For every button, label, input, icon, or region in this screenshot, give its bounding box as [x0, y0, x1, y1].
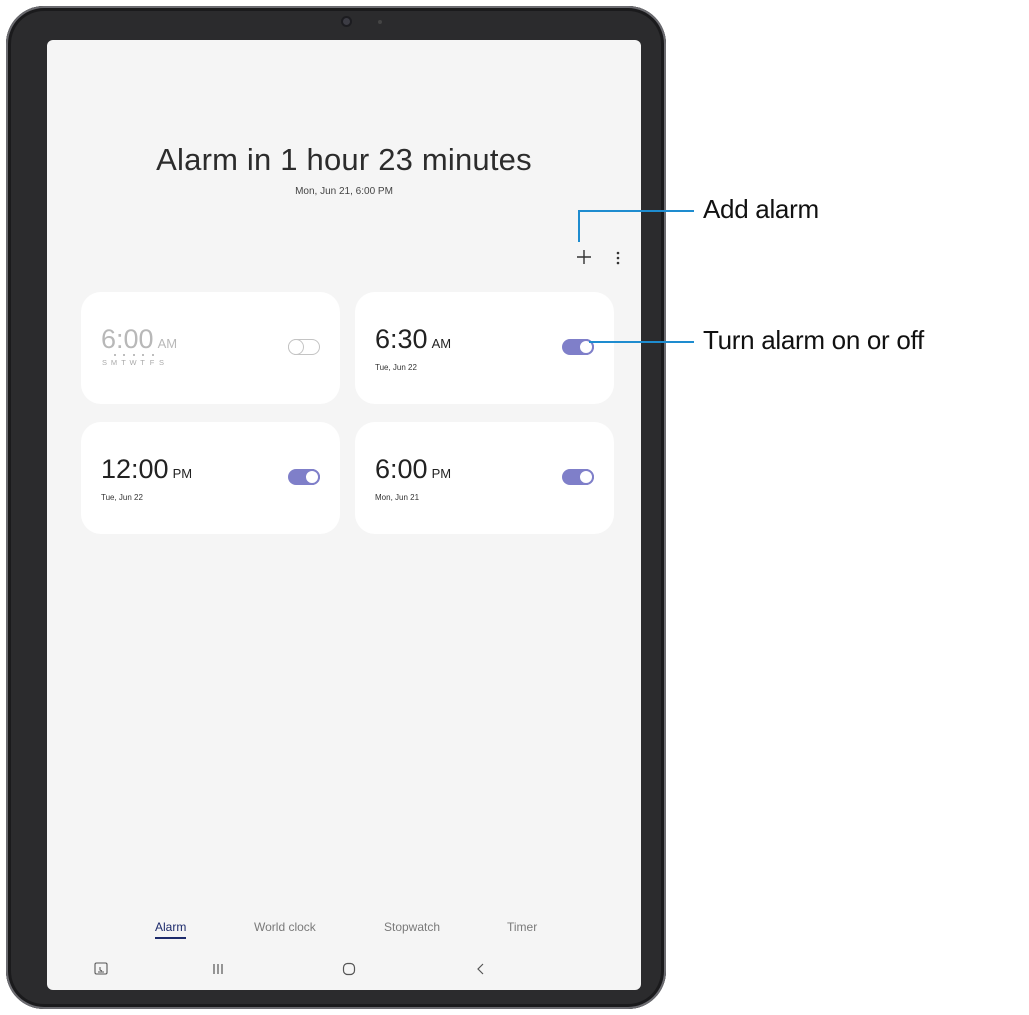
- screenshot-icon[interactable]: [93, 961, 109, 982]
- system-navbar: [47, 955, 641, 987]
- callout-add-alarm: Add alarm: [703, 194, 819, 224]
- alarm-date: Mon, Jun 21: [375, 493, 420, 502]
- alarm-date: Tue, Jun 22: [101, 493, 143, 502]
- callout-line-add: [578, 210, 580, 242]
- tab-world-clock[interactable]: World clock: [254, 920, 316, 934]
- alarm-card[interactable]: 6:00 PM Mon, Jun 21: [355, 422, 614, 534]
- callout-line-add: [578, 210, 694, 212]
- tab-alarm[interactable]: Alarm: [155, 920, 187, 939]
- day-letter: S: [158, 358, 164, 367]
- tab-timer[interactable]: Timer: [507, 920, 537, 934]
- day-letter: T: [140, 354, 145, 367]
- plus-icon[interactable]: [574, 247, 594, 267]
- more-vertical-icon[interactable]: [613, 250, 623, 266]
- clock-app-screen: Alarm in 1 hour 23 minutes Mon, Jun 21, …: [47, 40, 641, 990]
- alarm-card[interactable]: 6:00 AM S M T W T F S: [81, 292, 340, 404]
- recent-apps-icon[interactable]: [211, 961, 225, 982]
- alarm-toggle[interactable]: [288, 339, 320, 355]
- alarm-time: 6:00 AM: [101, 324, 178, 354]
- alarm-date: Tue, Jun 22: [375, 363, 417, 372]
- day-letter: S: [101, 358, 107, 367]
- callout-line-toggle: [589, 341, 694, 343]
- home-icon[interactable]: [341, 961, 357, 982]
- alarm-toggle[interactable]: [288, 469, 320, 485]
- light-sensor: [378, 20, 382, 24]
- callout-toggle: Turn alarm on or off: [703, 325, 924, 355]
- next-alarm-title: Alarm in 1 hour 23 minutes: [156, 142, 532, 177]
- alarm-card[interactable]: 6:30 AM Tue, Jun 22: [355, 292, 614, 404]
- tablet-device: Alarm in 1 hour 23 minutes Mon, Jun 21, …: [6, 6, 666, 1009]
- alarm-time: 12:00 PM: [101, 454, 193, 484]
- back-icon[interactable]: [475, 961, 487, 982]
- repeat-days: S M T W T F S: [101, 354, 165, 367]
- alarm-toggle[interactable]: [562, 469, 594, 485]
- front-camera: [343, 18, 350, 25]
- alarm-time: 6:30 AM: [375, 324, 452, 354]
- day-letter: W: [129, 354, 137, 367]
- alarm-time: 6:00 PM: [375, 454, 452, 484]
- tab-stopwatch[interactable]: Stopwatch: [384, 920, 440, 934]
- day-letter: M: [110, 354, 118, 367]
- next-alarm-date: Mon, Jun 21, 6:00 PM: [295, 186, 393, 197]
- day-letter: T: [121, 354, 126, 367]
- day-letter: F: [149, 354, 155, 367]
- alarm-card[interactable]: 12:00 PM Tue, Jun 22: [81, 422, 340, 534]
